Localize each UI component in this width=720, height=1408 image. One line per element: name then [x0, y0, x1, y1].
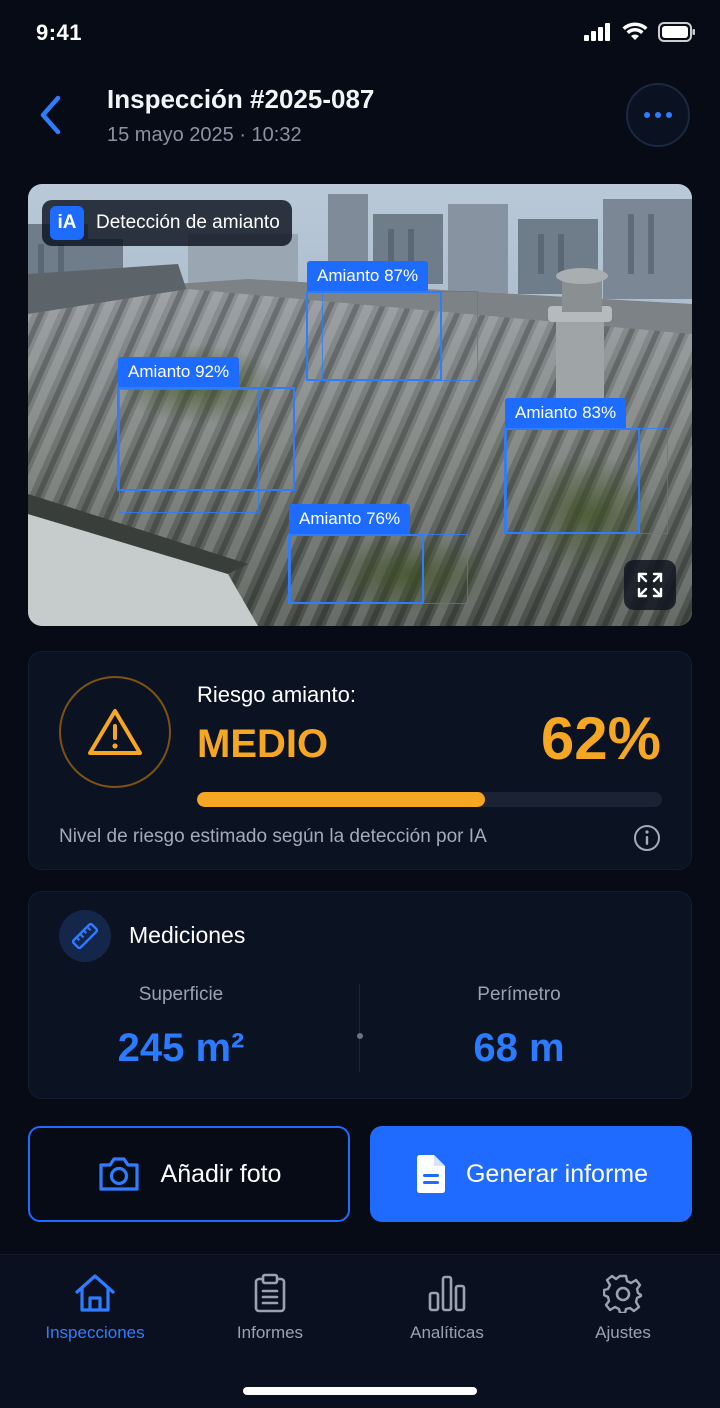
ai-detection-badge: iA Detección de amianto: [42, 200, 292, 246]
detection-box-outline: [322, 291, 478, 381]
header: Inspección #2025-087 15 mayo 2025 · 10:3…: [0, 78, 720, 158]
bar-chart-icon: [428, 1275, 466, 1312]
measurements-card: Mediciones Superficie 245 m² Perímetro 6…: [28, 891, 692, 1099]
back-button[interactable]: [28, 90, 72, 140]
more-dot-icon: [666, 112, 672, 118]
tab-label: Inspecciones: [45, 1323, 145, 1342]
document-icon: [416, 1155, 445, 1193]
ruler-icon-container: [59, 910, 111, 962]
detection-box-outline: [119, 389, 259, 513]
page-title: Inspección #2025-087: [107, 84, 375, 114]
warning-icon: [88, 709, 142, 755]
detection-label[interactable]: Amianto 92%: [118, 357, 240, 387]
tab-label: Analíticas: [410, 1323, 484, 1342]
gear-icon: [603, 1274, 643, 1313]
more-options-button[interactable]: [626, 83, 690, 147]
generate-report-label: Generar informe: [465, 1159, 649, 1188]
expand-icon: [637, 572, 663, 598]
wifi-icon: [622, 22, 648, 40]
detection-label[interactable]: Amianto 76%: [289, 504, 411, 534]
home-icon: [75, 1274, 115, 1312]
expand-button[interactable]: [624, 560, 676, 610]
bottom-tab-bar: Inspecciones Informes Analíticas Ajustes: [0, 1254, 720, 1408]
perimeter-label: Perímetro: [477, 984, 561, 1005]
risk-label: Riesgo amianto:: [197, 682, 356, 707]
perimeter-value: 68 m: [473, 1026, 565, 1070]
risk-progress-fill: [197, 792, 486, 807]
status-time: 9:41: [36, 20, 83, 45]
status-bar: 9:41: [0, 0, 720, 70]
clipboard-icon: [254, 1273, 286, 1313]
detection-box-outline: [506, 428, 668, 534]
info-icon[interactable]: [633, 824, 661, 852]
inspection-datetime: 15 mayo 2025 · 10:32: [107, 124, 302, 146]
risk-progress-bar: [197, 792, 662, 807]
tab-label: Ajustes: [595, 1323, 651, 1342]
perimeter-measurement: Perímetro 68 m: [369, 984, 669, 1071]
warning-ring: [59, 676, 171, 788]
ai-logo-icon: iA: [50, 206, 84, 240]
measurements-title: Mediciones: [129, 922, 246, 948]
chevron-left-icon: [40, 95, 61, 135]
risk-level: MEDIO: [197, 722, 329, 766]
detection-label[interactable]: Amianto 83%: [505, 398, 627, 428]
detection-box-outline: [290, 534, 468, 604]
status-icons: [584, 22, 696, 42]
tab-informes[interactable]: Informes: [180, 1273, 360, 1343]
risk-note: Nivel de riesgo estimado según la detecc…: [59, 826, 487, 847]
surface-label: Superficie: [138, 984, 224, 1005]
ai-badge-label: Detección de amianto: [96, 212, 280, 233]
home-indicator[interactable]: [243, 1387, 477, 1395]
ruler-icon: [71, 922, 99, 950]
more-dot-icon: [644, 112, 650, 118]
divider-dot: [357, 1033, 363, 1039]
add-photo-label: Añadir foto: [160, 1159, 282, 1188]
risk-percentage: 62%: [540, 705, 661, 772]
generate-report-button[interactable]: Generar informe: [370, 1126, 692, 1222]
add-photo-button[interactable]: Añadir foto: [28, 1126, 350, 1222]
camera-icon: [98, 1157, 139, 1191]
measurement-divider: [359, 984, 360, 1072]
cellular-signal-icon: [584, 23, 610, 41]
more-dot-icon: [655, 112, 661, 118]
inspection-photo[interactable]: iA Detección de amianto Amianto 87% Amia…: [28, 184, 692, 626]
battery-icon: [658, 22, 695, 42]
tab-inspecciones[interactable]: Inspecciones: [5, 1273, 185, 1343]
tab-label: Informes: [236, 1323, 304, 1342]
detection-label[interactable]: Amianto 87%: [307, 261, 429, 291]
risk-card: Riesgo amianto: MEDIO 62% Nivel de riesg…: [28, 651, 692, 870]
surface-value: 245 m²: [117, 1026, 245, 1070]
tab-analiticas[interactable]: Analíticas: [357, 1273, 537, 1343]
tab-ajustes[interactable]: Ajustes: [533, 1273, 713, 1343]
surface-measurement: Superficie 245 m²: [31, 984, 331, 1071]
